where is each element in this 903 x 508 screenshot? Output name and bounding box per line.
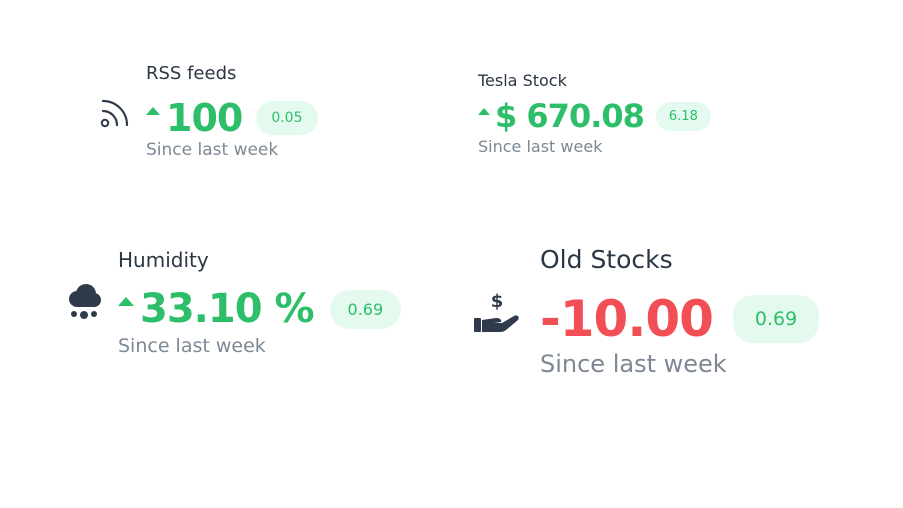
value-row: 100 0.05 [146, 96, 318, 140]
trend-up-icon [478, 108, 490, 115]
since-label: Since last week [118, 335, 266, 357]
since-label: Since last week [478, 137, 603, 156]
trend-up-icon [146, 107, 160, 115]
widget-title: Humidity [118, 248, 209, 272]
stat-value: 33.10 % [140, 286, 315, 332]
change-badge: 6.18 [655, 101, 711, 131]
svg-text:$: $ [491, 291, 504, 312]
rss-icon [100, 96, 132, 132]
since-label: Since last week [146, 140, 279, 160]
stat-value: 100 [166, 96, 243, 140]
value-row: -10.00 0.69 [540, 290, 820, 348]
since-label: Since last week [540, 350, 727, 378]
cloud-rain-icon [66, 284, 104, 324]
value-row: 33.10 % 0.69 [118, 286, 402, 332]
change-badge: 0.69 [329, 289, 402, 329]
change-badge: 0.69 [732, 295, 820, 343]
hand-holding-dollar-icon: $ [472, 290, 522, 340]
stat-value: -10.00 [540, 290, 714, 348]
widget-title: Tesla Stock [478, 71, 567, 90]
stats-page: RSS feeds 100 0.05 Since last week Tesla… [0, 0, 903, 508]
stat-value: $ 670.08 [495, 97, 645, 135]
value-row: $ 670.08 6.18 [478, 97, 711, 135]
widget-title: RSS feeds [146, 63, 237, 84]
widget-title: Old Stocks [540, 245, 673, 274]
trend-up-icon [118, 297, 134, 306]
change-badge: 0.05 [256, 101, 318, 135]
